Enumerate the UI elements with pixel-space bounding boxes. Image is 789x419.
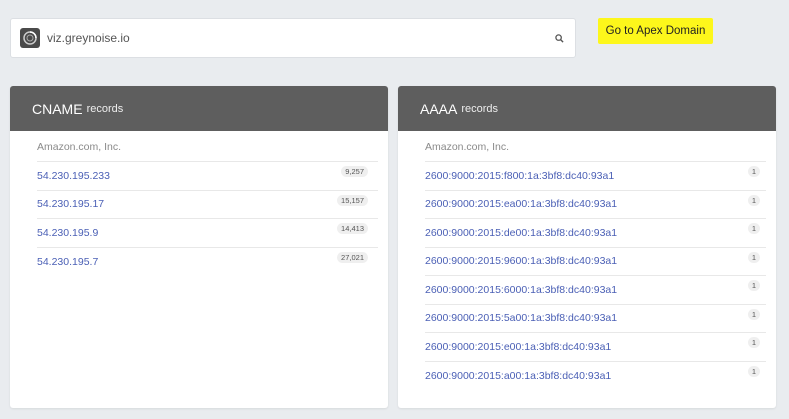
record-link[interactable]: 2600:9000:2015:a00:1a:3bf8:dc40:93a1 bbox=[425, 370, 611, 382]
record-link[interactable]: 54.230.195.233 bbox=[37, 170, 110, 182]
search-bar[interactable]: viz.greynoise.io bbox=[10, 18, 576, 58]
count-badge: 27,021 bbox=[337, 252, 368, 264]
count-badge: 1 bbox=[747, 223, 760, 235]
count-badge: 1 bbox=[747, 166, 760, 178]
record-link[interactable]: 2600:9000:2015:5a00:1a:3bf8:dc40:93a1 bbox=[425, 312, 617, 324]
panel-title: AAAA bbox=[420, 100, 458, 117]
list-item: 2600:9000:2015:f800:1a:3bf8:dc40:93a1 1 bbox=[425, 162, 766, 191]
list-item: 54.230.195.17 15,157 bbox=[37, 191, 378, 219]
cname-records-panel: CNAME records Amazon.com, Inc. 54.230.19… bbox=[10, 86, 388, 408]
record-link[interactable]: 2600:9000:2015:e00:1a:3bf8:dc40:93a1 bbox=[425, 341, 611, 353]
count-badge: 1 bbox=[747, 194, 760, 206]
count-badge: 1 bbox=[747, 337, 760, 349]
list-item: 2600:9000:2015:9600:1a:3bf8:dc40:93a1 1 bbox=[425, 248, 766, 276]
panel-title-suffix: records bbox=[86, 102, 124, 115]
panel-header: CNAME records bbox=[10, 86, 388, 131]
list-item: 2600:9000:2015:e00:1a:3bf8:dc40:93a1 1 bbox=[425, 333, 766, 362]
record-link[interactable]: 54.230.195.7 bbox=[37, 256, 98, 268]
panel-header: AAAA records bbox=[398, 86, 776, 131]
count-badge: 1 bbox=[747, 251, 760, 263]
count-badge: 1 bbox=[747, 308, 760, 320]
record-link[interactable]: 54.230.195.9 bbox=[37, 227, 98, 239]
list-item: 54.230.195.7 27,021 bbox=[37, 248, 378, 277]
cname-record-list: Amazon.com, Inc. 54.230.195.233 9,257 54… bbox=[10, 133, 388, 276]
greynoise-logo-icon bbox=[20, 28, 40, 48]
record-link[interactable]: 2600:9000:2015:9600:1a:3bf8:dc40:93a1 bbox=[425, 255, 617, 267]
panel-title: CNAME bbox=[32, 100, 83, 117]
search-input[interactable]: viz.greynoise.io bbox=[47, 31, 545, 45]
record-link[interactable]: 2600:9000:2015:6000:1a:3bf8:dc40:93a1 bbox=[425, 284, 617, 296]
org-label: Amazon.com, Inc. bbox=[37, 133, 378, 162]
record-link[interactable]: 2600:9000:2015:ea00:1a:3bf8:dc40:93a1 bbox=[425, 198, 617, 210]
count-badge: 9,257 bbox=[341, 166, 368, 178]
list-item: 54.230.195.233 9,257 bbox=[37, 162, 378, 191]
record-link[interactable]: 54.230.195.17 bbox=[37, 198, 104, 210]
search-icon bbox=[554, 33, 564, 43]
list-item: 2600:9000:2015:de00:1a:3bf8:dc40:93a1 1 bbox=[425, 219, 766, 248]
panel-title-suffix: records bbox=[461, 102, 499, 115]
org-label: Amazon.com, Inc. bbox=[425, 133, 766, 162]
record-link[interactable]: 2600:9000:2015:f800:1a:3bf8:dc40:93a1 bbox=[425, 170, 614, 182]
record-link[interactable]: 2600:9000:2015:de00:1a:3bf8:dc40:93a1 bbox=[425, 227, 617, 239]
list-item: 54.230.195.9 14,413 bbox=[37, 219, 378, 248]
search-button[interactable] bbox=[545, 19, 573, 57]
count-badge: 15,157 bbox=[337, 194, 368, 206]
count-badge: 1 bbox=[747, 366, 760, 378]
list-item: 2600:9000:2015:5a00:1a:3bf8:dc40:93a1 1 bbox=[425, 305, 766, 333]
count-badge: 14,413 bbox=[337, 223, 368, 235]
list-item: 2600:9000:2015:ea00:1a:3bf8:dc40:93a1 1 bbox=[425, 191, 766, 219]
aaaa-record-list: Amazon.com, Inc. 2600:9000:2015:f800:1a:… bbox=[398, 133, 776, 390]
list-item: 2600:9000:2015:6000:1a:3bf8:dc40:93a1 1 bbox=[425, 276, 766, 305]
list-item: 2600:9000:2015:a00:1a:3bf8:dc40:93a1 1 bbox=[425, 362, 766, 391]
count-badge: 1 bbox=[747, 280, 760, 292]
go-to-apex-domain-button[interactable]: Go to Apex Domain bbox=[598, 18, 713, 44]
aaaa-records-panel: AAAA records Amazon.com, Inc. 2600:9000:… bbox=[398, 86, 776, 408]
